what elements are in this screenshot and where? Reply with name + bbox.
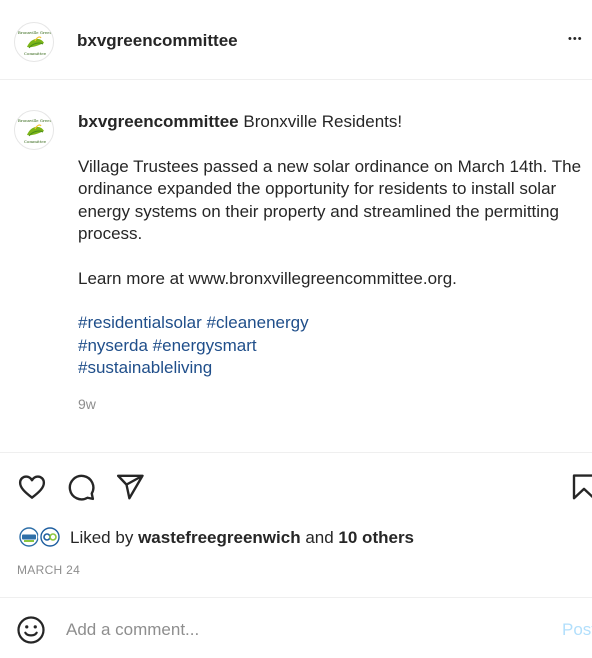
likes-text: Liked by wastefreegreenwich and 10 other… xyxy=(70,528,415,547)
post-date[interactable]: MARCH 24 xyxy=(17,563,80,577)
comment-button[interactable] xyxy=(66,472,96,502)
smiley-face-icon xyxy=(17,616,45,644)
like-button[interactable] xyxy=(17,472,47,502)
caption-text: bxvgreencommittee Bronxville Residents! … xyxy=(78,111,586,380)
avatar[interactable] xyxy=(38,525,62,549)
caption-headline: Bronxville Residents! xyxy=(243,112,403,131)
ellipsis-icon: ••• xyxy=(568,33,583,45)
paper-plane-icon xyxy=(116,474,144,500)
post-author-username[interactable]: bxvgreencommittee xyxy=(77,31,238,51)
svg-text:Committee: Committee xyxy=(24,139,47,144)
comment-input[interactable] xyxy=(66,616,546,644)
caption-paragraph: Village Trustees passed a new solar ordi… xyxy=(78,156,582,244)
action-bar xyxy=(0,453,592,515)
waste-free-logo-icon xyxy=(19,527,39,547)
post-comment-button[interactable]: Post xyxy=(562,620,592,640)
hashtag-line[interactable]: #residentialsolar #cleanenergy xyxy=(78,312,586,335)
liker-username[interactable]: wastefreegreenwich xyxy=(138,528,301,547)
avatar[interactable]: Bronxville Green Committee xyxy=(14,110,54,150)
caption-timestamp[interactable]: 9w xyxy=(78,396,96,412)
hashtag-line[interactable]: #nyserda #energysmart xyxy=(78,335,586,358)
recycle-logo-icon xyxy=(40,527,60,547)
caption-block: Bronxville Green Committee bxvgreencommi… xyxy=(0,80,592,453)
emoji-button[interactable] xyxy=(16,615,46,645)
hashtag-list: #residentialsolar #cleanenergy #nyserda … xyxy=(78,312,586,380)
heart-icon xyxy=(18,475,46,499)
others-count-link[interactable]: 10 others xyxy=(338,528,414,547)
caption-username[interactable]: bxvgreencommittee xyxy=(78,112,239,131)
save-button[interactable] xyxy=(569,472,592,502)
svg-text:Bronxville Green: Bronxville Green xyxy=(18,30,53,35)
share-button[interactable] xyxy=(115,472,145,502)
add-comment-bar: Post xyxy=(0,597,592,658)
avatar[interactable]: Bronxville Green Committee xyxy=(14,22,54,62)
bookmark-icon xyxy=(572,474,592,500)
hashtag-line[interactable]: #sustainableliving xyxy=(78,357,586,380)
caption-link-paragraph: Learn more at www.bronxvillegreencommitt… xyxy=(78,268,457,288)
more-options-button[interactable]: ••• xyxy=(568,28,592,48)
speech-bubble-icon xyxy=(68,474,95,501)
green-committee-logo-icon: Bronxville Green Committee xyxy=(18,118,53,144)
green-committee-logo-icon: Bronxville Green Committee xyxy=(18,30,53,56)
svg-text:Bronxville Green: Bronxville Green xyxy=(18,118,53,123)
svg-text:Committee: Committee xyxy=(24,51,47,56)
likes-summary: Liked by wastefreegreenwich and 10 other… xyxy=(0,520,592,554)
post-header: Bronxville Green Committee bxvgreencommi… xyxy=(0,0,592,80)
